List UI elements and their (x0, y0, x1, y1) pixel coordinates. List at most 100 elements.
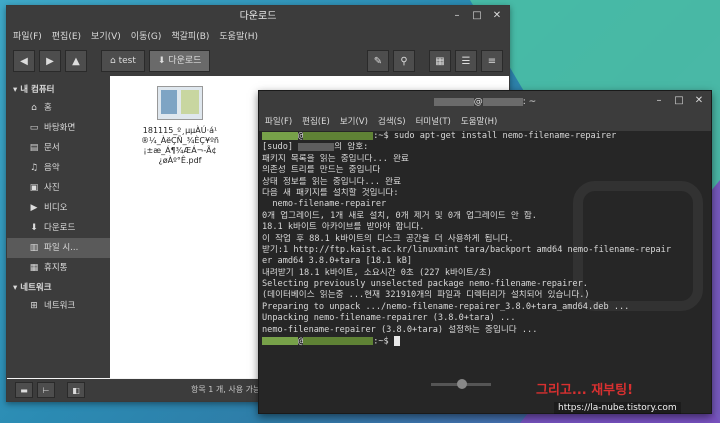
sidebar-item-videos[interactable]: ▶ 비디오 (7, 198, 110, 218)
search-icon: ⚲ (400, 56, 408, 67)
maximize-icon[interactable]: □ (471, 10, 483, 22)
network-icon: ⊞ (30, 301, 38, 311)
sidebar-icon: ◧ (72, 386, 80, 395)
redacted-user (262, 131, 298, 140)
menu-view[interactable]: 보기(V) (340, 113, 368, 131)
list-view-button[interactable]: ☰ (455, 50, 477, 72)
forward-button[interactable]: ▶ (39, 50, 61, 72)
desktop-icon: ▭ (29, 123, 39, 133)
terminal-menu-bar: 파일(F) 편집(E) 보기(V) 검색(S) 터미널(T) 도움말(H) (259, 113, 711, 131)
download-icon: ⬇ (30, 223, 38, 233)
menu-bookmarks[interactable]: 책갈피(B) (171, 28, 209, 46)
sidebar-item-home[interactable]: ⌂ 홈 (7, 98, 110, 118)
documents-icon: ▤ (29, 143, 39, 153)
icon-view-button[interactable]: ▦ (429, 50, 451, 72)
menu-view[interactable]: 보기(V) (91, 28, 121, 46)
terminal-prompt: @:~$ (262, 336, 708, 347)
mint-logo-watermark (573, 181, 703, 311)
sidebar-item-pictures[interactable]: ▣ 사진 (7, 178, 110, 198)
sidebar-item-music[interactable]: ♫ 음악 (7, 158, 110, 178)
sidebar: ▾ 내 컴퓨터 ⌂ 홈 ▭ 바탕화면 ▤ 문서 ♫ 음악 ▣ 사진 ▶ 비디오 … (7, 76, 110, 378)
redacted-user (298, 142, 335, 151)
filesystem-icon: ▥ (29, 243, 39, 253)
sidebar-item-filesystem[interactable]: ▥ 파일 시... (7, 238, 110, 258)
menu-file[interactable]: 파일(F) (265, 113, 292, 131)
terminal-window: @: ~ – □ ✕ 파일(F) 편집(E) 보기(V) 검색(S) 터미널(T… (258, 90, 712, 414)
home-icon: ⌂ (110, 56, 116, 66)
menu-bar: 파일(F) 편집(E) 보기(V) 이동(G) 책갈피(B) 도움말(H) (7, 28, 509, 46)
menu-help[interactable]: 도움말(H) (219, 28, 258, 46)
close-icon[interactable]: ✕ (693, 95, 705, 107)
terminal-output[interactable]: @:~$ sudo apt-get install nemo-filename-… (259, 131, 711, 371)
terminal-line: 패키지 목록을 읽는 중입니다... 완료 (262, 153, 409, 164)
menu-help[interactable]: 도움말(H) (461, 113, 497, 131)
terminal-line: 의존성 트리를 만드는 중입니다 (262, 165, 381, 176)
menu-file[interactable]: 파일(F) (13, 28, 42, 46)
arrow-up-icon: ▲ (72, 56, 80, 67)
watermark: https://la-nube.tistory.com (554, 402, 681, 414)
zoom-slider-handle[interactable] (457, 379, 467, 389)
menu-go[interactable]: 이동(G) (131, 28, 162, 46)
text-cursor (393, 336, 400, 347)
menu-edit[interactable]: 편집(E) (302, 113, 330, 131)
menu-search[interactable]: 검색(S) (378, 113, 406, 131)
music-icon: ♫ (29, 163, 39, 173)
maximize-icon[interactable]: □ (673, 95, 685, 107)
compact-view-button[interactable]: ≡ (481, 50, 503, 72)
redacted-host (482, 97, 523, 106)
terminal-line: nemo-filename-repairer (3.8.0+tara) 설정하는… (262, 324, 538, 335)
breadcrumb-test[interactable]: ⌂ test (101, 50, 145, 72)
arrow-left-icon: ◀ (20, 56, 28, 67)
terminal-title: : ~ (522, 97, 537, 107)
minimize-icon[interactable]: – (451, 10, 463, 22)
download-icon: ⬇ (157, 56, 166, 66)
home-icon: ⌂ (31, 103, 37, 113)
file-item[interactable]: 181115_º¸µµÀÚ·á¹®¼­_ÀëÇÑ_¾ÈÇ¥ºñ¡±æ_Á¶¾ÆÁ… (140, 86, 220, 166)
sidebar-item-downloads[interactable]: ⬇ 다운로드 (7, 218, 110, 238)
window-title: 다운로드 (239, 11, 277, 22)
pictures-icon: ▣ (29, 183, 39, 193)
close-icon[interactable]: ✕ (491, 10, 503, 22)
list-icon: ☰ (461, 56, 471, 67)
tree-icon: ⊢ (42, 386, 50, 395)
redacted-host (303, 337, 374, 346)
hide-sidebar-button[interactable]: ◧ (67, 382, 85, 398)
minimize-icon[interactable]: – (653, 95, 665, 107)
chevron-down-icon: ▾ (13, 85, 18, 95)
folder-icon: ▬ (20, 386, 28, 395)
sidebar-item-desktop[interactable]: ▭ 바탕화면 (7, 118, 110, 138)
redacted-user (433, 97, 474, 106)
menu-terminal[interactable]: 터미널(T) (416, 113, 451, 131)
edit-path-icon: ✎ (373, 56, 383, 67)
videos-icon: ▶ (30, 203, 38, 213)
menu-edit[interactable]: 편집(E) (52, 28, 81, 46)
back-button[interactable]: ◀ (13, 50, 35, 72)
sidebar-header-network: 네트워크 (20, 283, 52, 293)
grid-icon: ▦ (435, 56, 445, 67)
pdf-thumbnail-icon (157, 86, 203, 120)
chevron-down-icon: ▾ (13, 283, 18, 293)
breadcrumb-download[interactable]: ⬇ 다운로드 (148, 50, 211, 72)
compact-icon: ≡ (487, 56, 497, 67)
file-manager-titlebar[interactable]: 다운로드 – □ ✕ (7, 6, 509, 28)
terminal-line: Unpacking nemo-filename-repairer (3.8.0+… (262, 313, 516, 324)
sidebar-item-trash[interactable]: ▦ 휴지통 (7, 258, 110, 278)
terminal-line: [sudo] 의 암호: (262, 142, 369, 153)
trash-icon: ▦ (29, 263, 39, 273)
terminal-titlebar[interactable]: @: ~ – □ ✕ (259, 91, 711, 113)
path-toggle-button[interactable]: ✎ (367, 50, 389, 72)
terminal-line: @:~$ sudo apt-get install nemo-filename-… (262, 131, 708, 142)
toolbar: ◀ ▶ ▲ ⌂ test ⬇ 다운로드 ✎ ⚲ ▦ ☰ ≡ (7, 46, 509, 76)
annotation-text: 그리고... 재부팅! (536, 383, 634, 398)
file-name: 181115_º¸µµÀÚ·á¹®¼­_ÀëÇÑ_¾ÈÇ¥ºñ¡±æ_Á¶¾ÆÁ… (141, 126, 219, 165)
redacted-host (303, 131, 374, 140)
tree-toggle-button[interactable]: ⊢ (37, 382, 55, 398)
search-button[interactable]: ⚲ (393, 50, 415, 72)
places-toggle-button[interactable]: ▬ (15, 382, 33, 398)
sidebar-item-network[interactable]: ⊞ 네트워크 (7, 296, 110, 316)
up-button[interactable]: ▲ (65, 50, 87, 72)
redacted-user (262, 337, 298, 346)
arrow-right-icon: ▶ (46, 56, 54, 67)
sidebar-header-computer: 내 컴퓨터 (20, 85, 55, 95)
sidebar-item-documents[interactable]: ▤ 문서 (7, 138, 110, 158)
